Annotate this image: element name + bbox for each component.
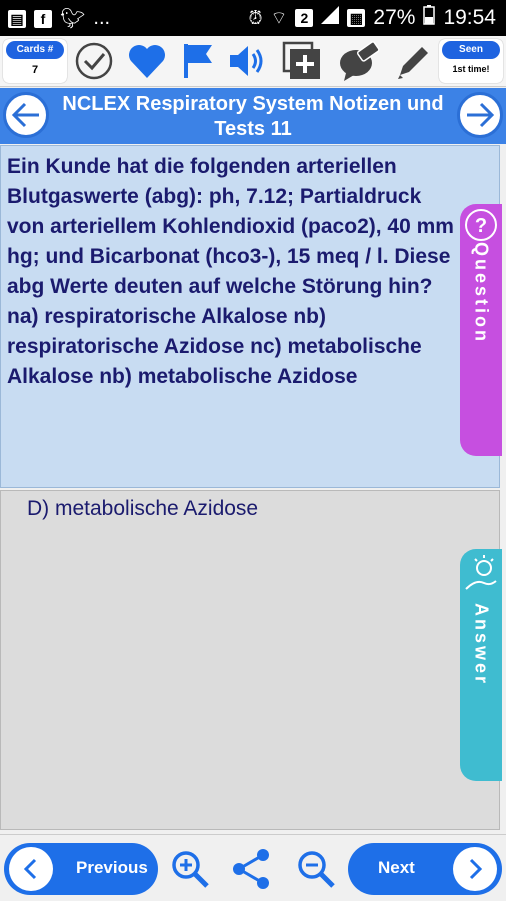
clock: 19:54 (443, 6, 496, 29)
question-mark-icon: ? (465, 209, 497, 241)
answer-card[interactable]: D) metabolische Azidose Answer (0, 490, 502, 830)
add-card-icon[interactable] (281, 40, 323, 82)
previous-label: Previous (76, 858, 148, 877)
battery-icon (423, 5, 436, 31)
message-icon: ▤ (8, 9, 26, 28)
share-icon[interactable] (230, 847, 274, 891)
eraser-icon[interactable] (338, 40, 380, 82)
lightbulb-icon (465, 555, 497, 590)
twitter-icon: 🐦︎ (60, 8, 86, 30)
zoom-in-icon[interactable] (168, 847, 212, 891)
answer-text: D) metabolische Azidose (27, 497, 259, 520)
gallery-icon: ▦ (347, 9, 366, 27)
heart-icon[interactable] (126, 40, 168, 82)
cards-label: Cards # (6, 41, 64, 59)
chevron-left-icon (9, 847, 53, 891)
svg-text:?: ? (475, 215, 487, 237)
pencil-icon[interactable] (393, 40, 435, 82)
answer-tab-label: Answer (471, 603, 492, 687)
next-set-button[interactable] (457, 92, 503, 138)
zoom-out-icon[interactable] (294, 847, 338, 891)
question-card[interactable]: Ein Kunde hat die folgenden arteriellen … (0, 145, 502, 488)
toolbar: Cards # 7 Seen 1st time! (0, 36, 506, 87)
previous-set-button[interactable] (3, 92, 49, 138)
signal-icon (321, 6, 340, 30)
page-title: NCLEX Respiratory System Notizen und Tes… (62, 93, 444, 140)
facebook-icon: f (34, 9, 52, 28)
speaker-icon[interactable] (225, 40, 267, 82)
status-bar: ▤ f 🐦︎ ... ⏰︎ ⌔ 2 ▦ 27% 19:54 (0, 0, 506, 36)
seen-value: 1st time! (452, 64, 490, 74)
wifi-icon: ⌔ (270, 7, 288, 28)
next-button[interactable]: Next (348, 843, 502, 895)
title-bar: NCLEX Respiratory System Notizen und Tes… (0, 88, 506, 144)
alarm-icon: ⏰︎ (248, 7, 263, 28)
cards-value: 7 (31, 64, 39, 76)
check-icon[interactable] (73, 40, 115, 82)
battery-percent: 27% (373, 6, 416, 29)
question-tab[interactable]: ? Question (460, 204, 502, 456)
arrow-right-icon (467, 102, 495, 128)
sim-icon: 2 (295, 9, 314, 27)
chevron-right-icon (453, 847, 497, 891)
answer-tab[interactable]: Answer (460, 549, 502, 781)
arrow-left-icon (11, 102, 39, 128)
more-notifications: ... (93, 7, 111, 29)
seen-label: Seen (442, 41, 500, 59)
question-tab-label: Question (471, 242, 492, 345)
cards-counter[interactable]: Cards # 7 (3, 39, 67, 83)
next-label: Next (378, 858, 415, 877)
previous-button[interactable]: Previous (4, 843, 158, 895)
question-text: Ein Kunde hat die folgenden arteriellen … (7, 155, 454, 388)
bottom-bar: Previous Next (0, 834, 506, 901)
flag-icon[interactable] (177, 40, 219, 82)
seen-counter[interactable]: Seen 1st time! (439, 39, 503, 83)
